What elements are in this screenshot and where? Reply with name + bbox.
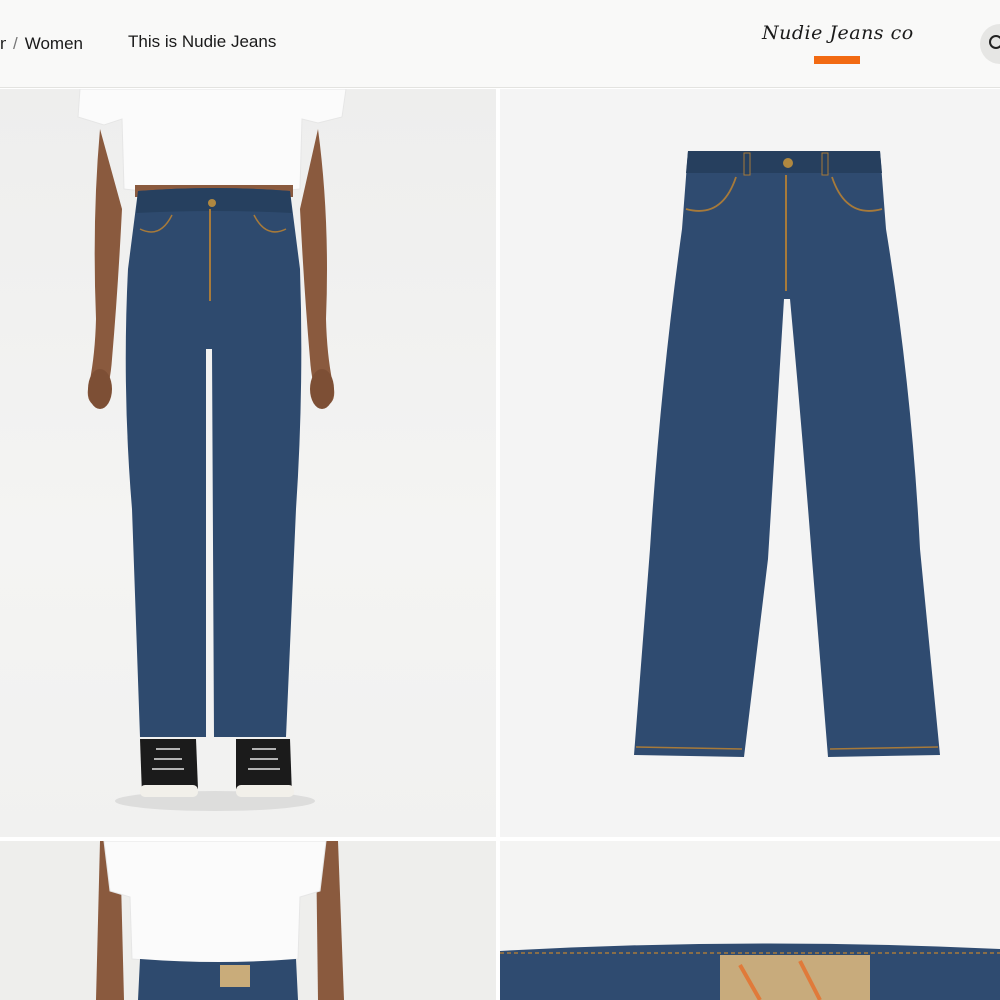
logo-underline: [814, 56, 860, 64]
product-image-flat-front[interactable]: [500, 89, 1000, 837]
logo-wordmark: Nudie Jeans co: [762, 22, 914, 44]
model-front-illustration: [77, 89, 347, 811]
product-image-detail[interactable]: [500, 841, 1000, 1000]
this-is-nudie-jeans-link[interactable]: This is Nudie Jeans: [128, 32, 276, 52]
breadcrumb: n / Women: [0, 32, 83, 56]
search-icon: [989, 35, 1000, 49]
breadcrumb-women[interactable]: Women: [25, 34, 83, 54]
jeans-flatlay-illustration: [634, 151, 940, 757]
search-button[interactable]: [980, 24, 1000, 64]
waistband-detail-illustration: [500, 841, 1000, 1000]
breadcrumb-separator: /: [13, 34, 18, 53]
product-gallery: [0, 89, 1000, 1000]
breadcrumb-parent[interactable]: n: [0, 34, 6, 54]
model-back-illustration: [96, 841, 344, 1000]
product-image-model-front[interactable]: [0, 89, 496, 837]
product-image-model-back[interactable]: [0, 841, 496, 1000]
site-header: n / Women This is Nudie Jeans Nudie Jean…: [0, 0, 1000, 88]
site-logo[interactable]: Nudie Jeans co: [762, 22, 914, 68]
